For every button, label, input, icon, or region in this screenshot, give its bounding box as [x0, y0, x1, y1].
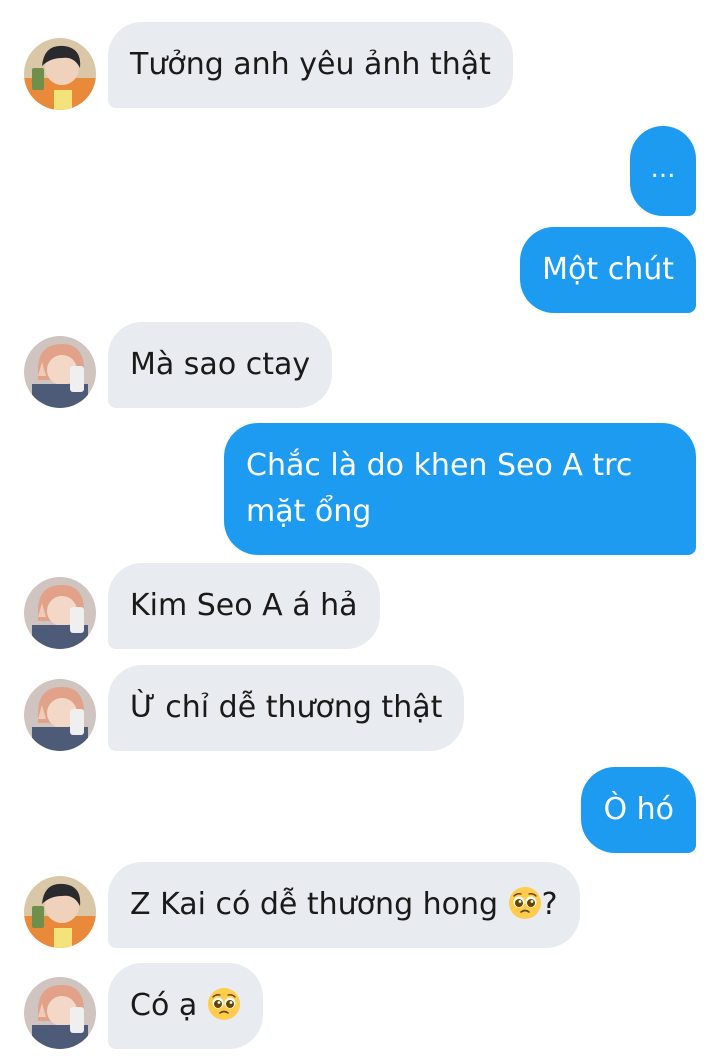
message-row-incoming: Z Kai có dễ thương hong ? — [0, 862, 720, 948]
message-row-incoming: Ừ chỉ dễ thương thật — [0, 665, 720, 751]
message-bubble-incoming[interactable]: Ừ chỉ dễ thương thật — [108, 665, 465, 751]
message-text: Mà sao ctay — [130, 347, 311, 382]
message-text: Một chút — [542, 252, 674, 287]
message-row-outgoing: Chắc là do khen Seo A trc mặt ổng — [0, 423, 720, 555]
message-text-line: Chắc là do khen Seo A trc — [246, 448, 633, 483]
message-text-suffix: ? — [541, 887, 558, 922]
chat-thread[interactable]: Tưởng anh yêu ảnh thật ... Một chút Mà s… — [0, 0, 720, 1056]
contact-avatar-kai[interactable] — [24, 876, 96, 948]
avatar-photo-icon — [24, 876, 96, 948]
contact-avatar-seo-a[interactable] — [24, 577, 96, 649]
message-bubble-incoming[interactable]: Có ạ — [108, 963, 263, 1049]
message-text: ... — [650, 154, 676, 184]
contact-avatar-seo-a[interactable] — [24, 336, 96, 408]
message-bubble-incoming[interactable]: Mà sao ctay — [108, 322, 333, 408]
message-row-outgoing: ... — [0, 126, 720, 216]
pleading-face-icon — [508, 887, 541, 919]
message-row-incoming: Mà sao ctay — [0, 322, 720, 408]
avatar-photo-icon — [24, 977, 96, 1049]
avatar-photo-icon — [24, 336, 96, 408]
message-text: Có ạ — [130, 988, 207, 1023]
message-bubble-outgoing[interactable]: Ò hó — [581, 767, 696, 853]
message-text-line: mặt ổng — [246, 494, 372, 529]
message-bubble-incoming[interactable]: Tưởng anh yêu ảnh thật — [108, 22, 513, 108]
contact-avatar-seo-a[interactable] — [24, 977, 96, 1049]
avatar-photo-icon — [24, 577, 96, 649]
message-row-incoming: Kim Seo A á hả — [0, 563, 720, 649]
message-row-incoming: Tưởng anh yêu ảnh thật — [0, 22, 720, 110]
avatar-photo-icon — [24, 38, 96, 110]
pleading-face-icon — [207, 988, 240, 1020]
message-bubble-outgoing[interactable]: Chắc là do khen Seo A trc mặt ổng — [224, 423, 696, 555]
contact-avatar-kai[interactable] — [24, 38, 96, 110]
message-text: Ừ chỉ dễ thương thật — [130, 690, 443, 725]
message-bubble-incoming[interactable]: Kim Seo A á hả — [108, 563, 380, 649]
message-row-outgoing: Một chút — [0, 227, 720, 313]
message-text: Kim Seo A á hả — [130, 588, 358, 623]
message-bubble-outgoing[interactable]: Một chút — [520, 227, 696, 313]
message-bubble-incoming[interactable]: Z Kai có dễ thương hong ? — [108, 862, 580, 948]
message-text: Ò hó — [603, 792, 674, 827]
message-row-incoming: Có ạ — [0, 963, 720, 1049]
message-bubble-outgoing[interactable]: ... — [630, 126, 696, 216]
message-row-outgoing: Ò hó — [0, 767, 720, 853]
message-text: Z Kai có dễ thương hong — [130, 887, 508, 922]
message-text: Tưởng anh yêu ảnh thật — [130, 47, 491, 82]
contact-avatar-seo-a[interactable] — [24, 679, 96, 751]
avatar-photo-icon — [24, 679, 96, 751]
